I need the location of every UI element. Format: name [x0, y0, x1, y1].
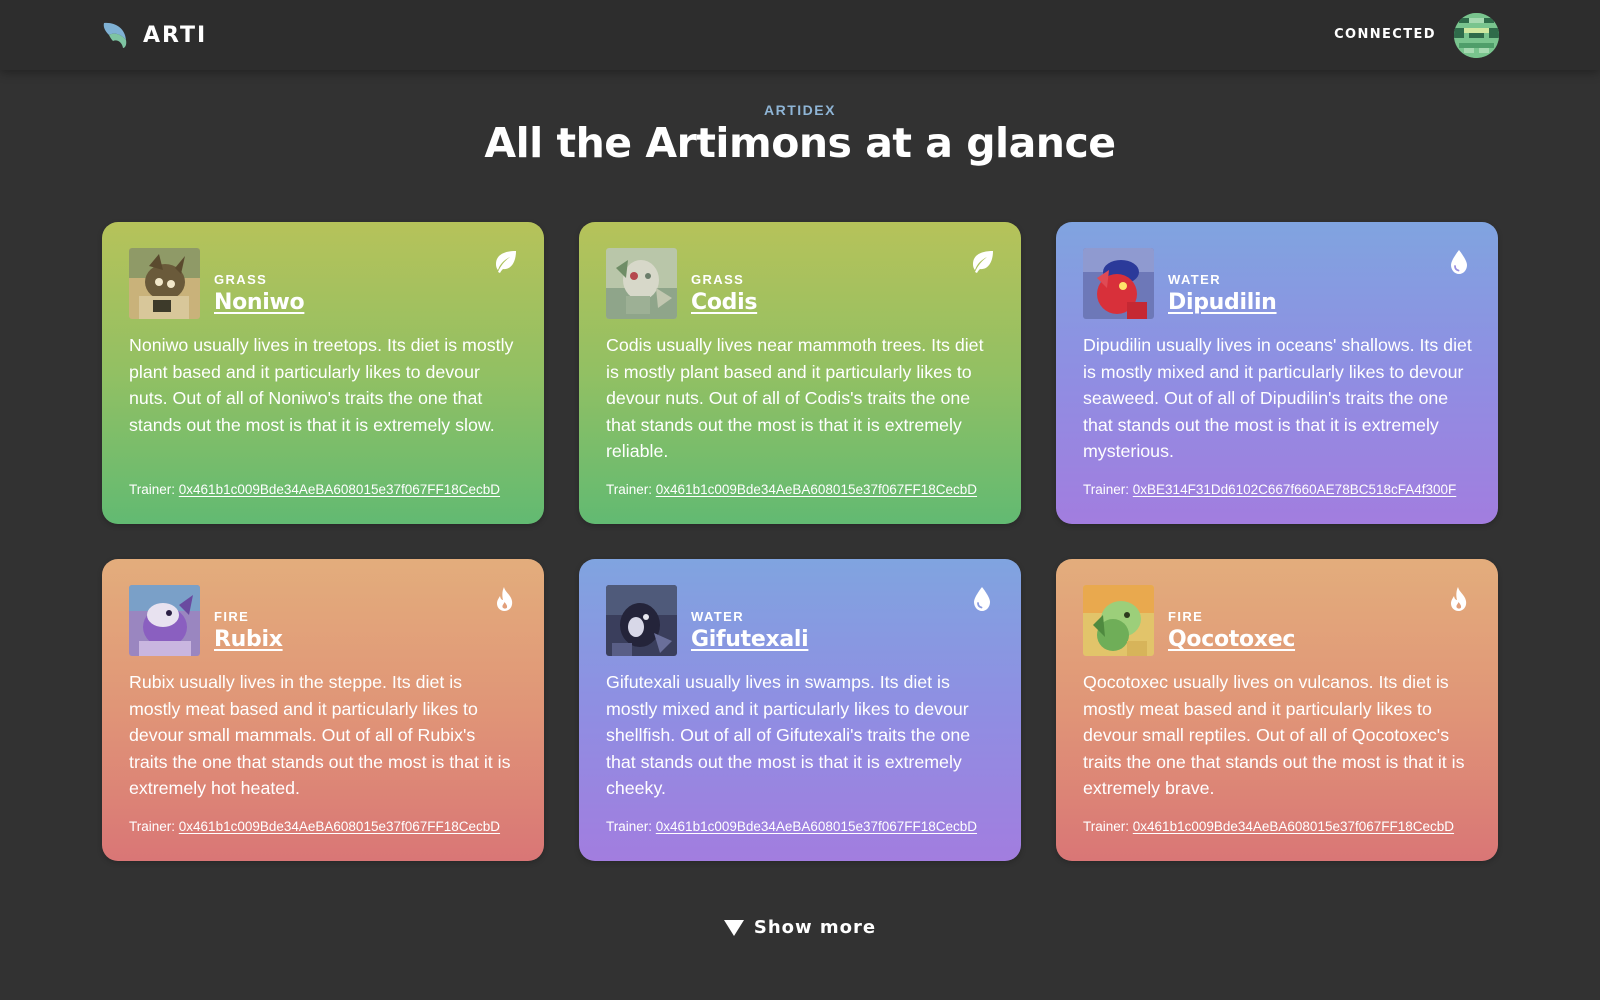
water-drop-icon: [1451, 250, 1467, 274]
artimon-type: GRASS: [691, 272, 745, 287]
artimon-description: Dipudilin usually lives in oceans' shall…: [1083, 335, 1472, 461]
section-eyebrow: ARTIDEX: [764, 102, 836, 118]
flame-icon: [1451, 587, 1467, 611]
artimon-name-link[interactable]: Rubix: [214, 627, 283, 652]
triangle-down-icon: [723, 919, 744, 936]
pixel-avatar-icon: [1454, 13, 1499, 58]
artimon-portrait: [129, 585, 200, 656]
trainer-label: Trainer:: [129, 819, 176, 834]
trainer-label: Trainer:: [606, 819, 653, 834]
page-title: All the Artimons at a glance: [484, 119, 1116, 167]
trainer-address-link[interactable]: 0x461b1c009Bde34AeBA608015e37f067FF18Cec…: [1133, 819, 1454, 834]
trainer-address-link[interactable]: 0x461b1c009Bde34AeBA608015e37f067FF18Cec…: [179, 819, 500, 834]
artimon-portrait: [1083, 585, 1154, 656]
leaf-icon: [496, 251, 516, 273]
trainer-address-link[interactable]: 0x461b1c009Bde34AeBA608015e37f067FF18Cec…: [656, 482, 977, 497]
artimon-description: Gifutexali usually lives in swamps. Its …: [606, 672, 971, 798]
show-more-button[interactable]: Show more: [0, 917, 1600, 938]
trainer-label: Trainer:: [1083, 819, 1130, 834]
artimon-portrait: [606, 585, 677, 656]
top-navbar: ARTI CONNECTED: [0, 0, 1600, 70]
artimon-name-link[interactable]: Codis: [691, 290, 757, 315]
connection-status: CONNECTED: [1334, 27, 1436, 42]
leaf-icon: [973, 251, 993, 273]
artimon-description: Codis usually lives near mammoth trees. …: [606, 335, 984, 461]
trainer-label: Trainer:: [1083, 482, 1130, 497]
trainer-info: Trainer: 0x461b1c009Bde34AeBA608015e37f0…: [129, 819, 500, 834]
water-drop-icon: [974, 587, 990, 611]
artimon-portrait: [1083, 248, 1154, 319]
trainer-address-link[interactable]: 0x461b1c009Bde34AeBA608015e37f067FF18Cec…: [656, 819, 977, 834]
artimon-card: FIRE Qocotoxec Qocotoxec usually lives o…: [1056, 559, 1498, 861]
artimon-card: WATER Dipudilin Dipudilin usually lives …: [1056, 222, 1498, 524]
trainer-info: Trainer: 0xBE314F31Dd6102C667f660AE78BC5…: [1083, 482, 1456, 497]
flame-icon: [497, 587, 513, 611]
artimon-name-link[interactable]: Gifutexali: [691, 627, 809, 652]
trainer-address-link[interactable]: 0x461b1c009Bde34AeBA608015e37f067FF18Cec…: [179, 482, 500, 497]
arti-leaf-logo-icon: [103, 22, 127, 48]
artimon-card: FIRE Rubix Rubix usually lives in the st…: [102, 559, 544, 861]
artimon-card: GRASS Noniwo Noniwo usually lives in tre…: [102, 222, 544, 524]
artimon-card: WATER Gifutexali Gifutexali usually live…: [579, 559, 1021, 861]
artimon-type: FIRE: [1168, 609, 1204, 624]
artimon-description: Qocotoxec usually lives on vulcanos. Its…: [1083, 672, 1465, 798]
artimon-type: WATER: [1168, 272, 1221, 287]
trainer-info: Trainer: 0x461b1c009Bde34AeBA608015e37f0…: [1083, 819, 1454, 834]
artimon-name-link[interactable]: Qocotoxec: [1168, 627, 1295, 652]
artimon-description: Rubix usually lives in the steppe. Its d…: [129, 672, 511, 798]
artimon-portrait: [606, 248, 677, 319]
trainer-label: Trainer:: [129, 482, 176, 497]
artimon-grid: GRASS Noniwo Noniwo usually lives in tre…: [102, 222, 1498, 861]
artimon-type: WATER: [691, 609, 744, 624]
trainer-info: Trainer: 0x461b1c009Bde34AeBA608015e37f0…: [129, 482, 500, 497]
artimon-portrait: [129, 248, 200, 319]
logo[interactable]: ARTI: [101, 20, 207, 50]
wallet-avatar[interactable]: [1454, 13, 1499, 58]
artimon-card: GRASS Codis Codis usually lives near mam…: [579, 222, 1021, 524]
trainer-label: Trainer:: [606, 482, 653, 497]
artimon-name-link[interactable]: Noniwo: [214, 290, 305, 315]
logo-text: ARTI: [143, 22, 208, 48]
show-more-label: Show more: [753, 917, 877, 938]
trainer-info: Trainer: 0x461b1c009Bde34AeBA608015e37f0…: [606, 819, 977, 834]
artimon-name-link[interactable]: Dipudilin: [1168, 290, 1277, 315]
artimon-description: Noniwo usually lives in treetops. Its di…: [129, 335, 514, 435]
trainer-info: Trainer: 0x461b1c009Bde34AeBA608015e37f0…: [606, 482, 977, 497]
trainer-address-link[interactable]: 0xBE314F31Dd6102C667f660AE78BC518cFA4f30…: [1133, 482, 1456, 497]
artimon-type: FIRE: [214, 609, 250, 624]
artimon-type: GRASS: [214, 272, 268, 287]
